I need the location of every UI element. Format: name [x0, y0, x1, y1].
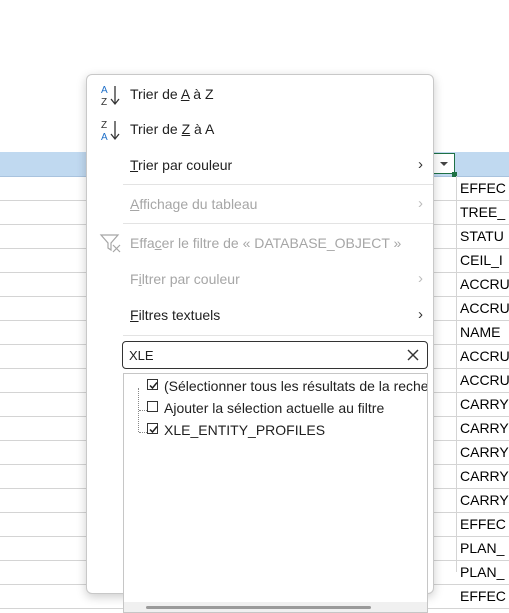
filter-values-list: (Sélectionner tous les résultats de la r… — [123, 373, 428, 613]
sheet-cell[interactable]: TREE_ — [460, 200, 509, 224]
sheet-cell[interactable]: STATU — [460, 224, 509, 248]
clear-filter-label: Effacer le filtre de « DATABASE_OBJECT » — [130, 235, 402, 251]
clear-filter-icon — [99, 234, 121, 253]
menu-divider — [123, 184, 433, 185]
chevron-right-icon: › — [418, 270, 423, 287]
filter-by-color-label: Filtrer par couleur — [130, 271, 240, 287]
checkbox[interactable] — [147, 379, 158, 390]
filter-list-item-label: XLE_ENTITY_PROFILES — [164, 422, 326, 438]
close-icon[interactable] — [405, 347, 421, 363]
sheet-cell[interactable]: EFFEC — [460, 584, 509, 608]
sheet-cell[interactable]: ACCRU — [460, 368, 509, 392]
svg-text:Z: Z — [101, 120, 107, 131]
checkmark-icon — [149, 382, 158, 390]
text-filters-label: Filtres textuels — [130, 307, 221, 323]
menu-divider — [123, 223, 433, 224]
chevron-right-icon: › — [418, 156, 423, 173]
sheet-cell[interactable]: CARRY — [460, 440, 509, 464]
sheet-cell[interactable]: CARRY — [460, 416, 509, 440]
sheet-cell[interactable]: CEIL_I — [460, 248, 509, 272]
sort-a-to-z-item[interactable]: A Z Trier de A à Z — [87, 77, 433, 111]
sheet-cell[interactable]: EFFEC — [460, 176, 509, 200]
sort-ascending-icon: A Z — [101, 85, 120, 108]
chevron-right-icon: › — [418, 195, 423, 212]
text-filters-item[interactable]: Filtres textuels › — [87, 298, 433, 332]
sort-z-to-a-label: Trier de Z à A — [130, 121, 215, 137]
chevron-right-icon: › — [418, 306, 423, 323]
sheet-cell[interactable]: CARRY — [460, 464, 509, 488]
sort-descending-icon: Z A — [101, 120, 120, 143]
filter-list-item-label: (Sélectionner tous les résultats de la r… — [164, 378, 428, 394]
search-input[interactable] — [129, 345, 389, 365]
filter-list-item[interactable]: XLE_ENTITY_PROFILES — [124, 419, 427, 441]
search-box — [122, 341, 428, 369]
sheet-cell[interactable]: ACCRU — [460, 296, 509, 320]
filter-list-item-label: Ajouter la sélection actuelle au filtre — [164, 400, 385, 416]
sheet-cell[interactable]: ACCRU — [460, 344, 509, 368]
menu-divider — [123, 335, 433, 336]
sheet-cell[interactable]: EFFEC — [460, 512, 509, 536]
checkbox[interactable] — [147, 401, 158, 412]
filter-list-item[interactable]: Ajouter la sélection actuelle au filtre — [124, 397, 427, 419]
checkmark-icon — [149, 426, 158, 434]
filter-dropdown-button[interactable] — [433, 153, 455, 174]
filter-list-item[interactable]: (Sélectionner tous les résultats de la r… — [124, 375, 428, 397]
scrollbar-thumb[interactable] — [146, 606, 371, 609]
chevron-down-icon — [440, 162, 448, 166]
svg-text:A: A — [101, 132, 108, 143]
svg-text:Z: Z — [101, 97, 107, 108]
table-view-label: Affichage du tableau — [130, 196, 258, 212]
sort-a-to-z-label: Trier de A à Z — [130, 86, 214, 102]
sheet-cell[interactable]: CARRY — [460, 488, 509, 512]
sheet-cell[interactable]: NAME — [460, 320, 509, 344]
sort-by-color-item[interactable]: Trier par couleur › — [87, 148, 433, 182]
sheet-cell[interactable]: PLAN_ — [460, 536, 509, 560]
sheet-cell[interactable]: ACCRU — [460, 272, 509, 296]
filter-by-color-item[interactable]: Filtrer par couleur › — [87, 262, 433, 296]
sheet-cell[interactable]: PLAN_ — [460, 560, 509, 584]
svg-text:A: A — [101, 85, 108, 96]
horizontal-scrollbar[interactable] — [124, 602, 427, 612]
checkbox[interactable] — [147, 423, 158, 434]
autofilter-menu: A Z Trier de A à Z Z A Trier de Z à A Tr… — [86, 74, 434, 613]
table-view-item[interactable]: Affichage du tableau › — [87, 187, 433, 221]
sort-by-color-label: Trier par couleur — [130, 157, 233, 173]
clear-filter-item[interactable]: Effacer le filtre de « DATABASE_OBJECT » — [87, 226, 433, 260]
sort-z-to-a-item[interactable]: Z A Trier de Z à A — [87, 112, 433, 146]
sheet-cell[interactable]: CARRY — [460, 392, 509, 416]
